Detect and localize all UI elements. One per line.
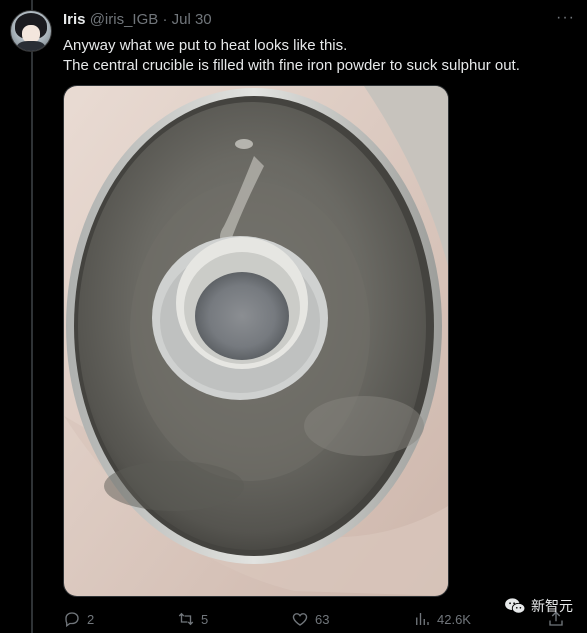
- heart-icon: [292, 613, 308, 626]
- tweet-text-line-1: Anyway what we put to heat looks like th…: [63, 37, 348, 54]
- tweet-date[interactable]: Jul 30: [172, 11, 212, 28]
- views-count: 42.6K: [437, 611, 471, 627]
- crucible-photo-image: [64, 86, 448, 596]
- tweet-actions: 2 5 63 42.6K: [63, 608, 573, 630]
- retweet-count: 5: [201, 611, 209, 627]
- tweet-photo[interactable]: [63, 85, 449, 597]
- retweet-icon: [178, 612, 194, 626]
- views-button[interactable]: 42.6K: [413, 608, 471, 630]
- wechat-icon: [505, 598, 526, 614]
- reply-icon: [65, 612, 79, 628]
- like-count: 63: [315, 611, 330, 627]
- thread-line: [31, 0, 33, 633]
- like-button[interactable]: 63: [291, 608, 329, 630]
- avatar[interactable]: [10, 10, 52, 52]
- views-chart-icon: [416, 613, 429, 625]
- watermark-text: 新智元: [531, 598, 573, 614]
- more-options-icon[interactable]: ···: [556, 9, 575, 27]
- reply-button[interactable]: 2: [63, 608, 94, 630]
- tweet-header: Iris @iris_IGB · Jul 30: [63, 11, 212, 29]
- author-handle[interactable]: @iris_IGB: [90, 11, 159, 28]
- author-name[interactable]: Iris: [63, 11, 86, 28]
- tweet-text-line-2: The central crucible is filled with fine…: [63, 57, 520, 74]
- avatar-body: [17, 41, 45, 51]
- watermark: 新智元: [504, 596, 573, 616]
- reply-count: 2: [87, 611, 95, 627]
- tweet-text: Anyway what we put to heat looks like th…: [63, 36, 573, 76]
- retweet-button[interactable]: 5: [177, 608, 208, 630]
- header-separator: ·: [162, 11, 168, 28]
